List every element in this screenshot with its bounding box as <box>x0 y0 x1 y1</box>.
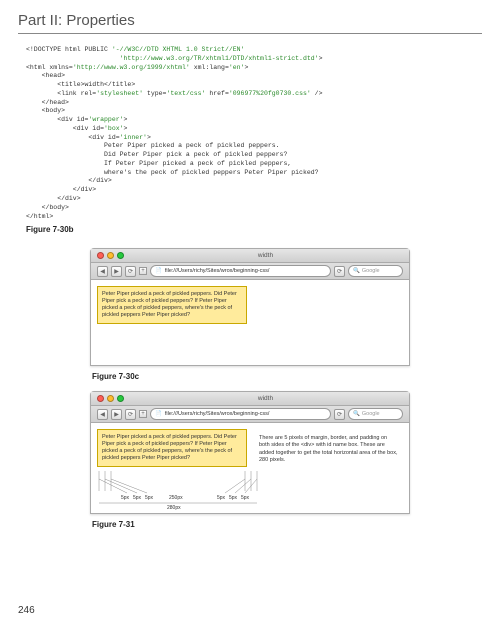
add-tab-button[interactable]: + <box>139 410 147 418</box>
reload-button[interactable]: ⟳ <box>125 266 136 277</box>
reader-button[interactable]: ⟳ <box>334 409 345 420</box>
browser-titlebar: width <box>91 392 409 406</box>
dim-5px-3: 5px <box>145 495 154 501</box>
close-icon[interactable] <box>97 252 104 259</box>
browser-viewport: Peter Piper picked a peck of pickled pep… <box>91 280 409 365</box>
browser-viewport: Peter Piper picked a peck of pickled pep… <box>91 423 409 513</box>
search-placeholder: Google <box>362 268 380 274</box>
browser-titlebar: width <box>91 249 409 263</box>
forward-button[interactable]: ▶ <box>111 409 122 420</box>
url-text: file:///Users/richy/Sites/wrox/beginning… <box>165 268 270 274</box>
content-box: Peter Piper picked a peck of pickled pep… <box>97 286 247 324</box>
forward-button[interactable]: ▶ <box>111 266 122 277</box>
address-bar[interactable]: 📄 file:///Users/richy/Sites/wrox/beginni… <box>150 408 331 420</box>
browser-window-2: width ◀ ▶ ⟳ + 📄 file:///Users/richy/Site… <box>90 391 410 514</box>
dim-5px-1: 5px <box>121 495 130 501</box>
window-title: width <box>128 395 403 402</box>
content-box: Peter Piper picked a peck of pickled pep… <box>97 429 247 467</box>
page-icon: 📄 <box>155 268 162 274</box>
figure-label-30b: Figure 7-30b <box>26 225 482 234</box>
figure-label-30c: Figure 7-30c <box>92 372 482 381</box>
dim-5px-4: 5px <box>217 495 226 501</box>
minimize-icon[interactable] <box>107 252 114 259</box>
search-field[interactable]: 🔍 Google <box>348 265 403 277</box>
window-controls <box>97 395 124 402</box>
reader-button[interactable]: ⟳ <box>334 266 345 277</box>
dim-5px-6: 5px <box>241 495 250 501</box>
code-listing: <!DOCTYPE html PUBLIC '-//W3C//DTD XHTML… <box>26 46 482 221</box>
page-icon: 📄 <box>155 411 162 417</box>
address-bar[interactable]: 📄 file:///Users/richy/Sites/wrox/beginni… <box>150 265 331 277</box>
annotation-text: There are 5 pixels of margin, border, an… <box>259 435 399 464</box>
figure-label-31: Figure 7-31 <box>92 520 482 529</box>
back-button[interactable]: ◀ <box>97 409 108 420</box>
search-icon: 🔍 <box>353 268 360 274</box>
dim-280px: 280px <box>167 505 181 511</box>
add-tab-button[interactable]: + <box>139 267 147 275</box>
search-field[interactable]: 🔍 Google <box>348 408 403 420</box>
minimize-icon[interactable] <box>107 395 114 402</box>
back-button[interactable]: ◀ <box>97 266 108 277</box>
window-controls <box>97 252 124 259</box>
dimension-diagram: 5px 5px 5px 250px 5px 5px 5px 280px <box>97 471 297 511</box>
search-placeholder: Google <box>362 411 380 417</box>
browser-window-1: width ◀ ▶ ⟳ + 📄 file:///Users/richy/Site… <box>90 248 410 366</box>
window-title: width <box>128 252 403 259</box>
search-icon: 🔍 <box>353 411 360 417</box>
close-icon[interactable] <box>97 395 104 402</box>
page-title: Part II: Properties <box>18 12 482 34</box>
dim-5px-2: 5px <box>133 495 142 501</box>
browser-toolbar: ◀ ▶ ⟳ + 📄 file:///Users/richy/Sites/wrox… <box>91 406 409 423</box>
page-number: 246 <box>18 605 35 616</box>
dim-5px-5: 5px <box>229 495 238 501</box>
reload-button[interactable]: ⟳ <box>125 409 136 420</box>
zoom-icon[interactable] <box>117 395 124 402</box>
url-text: file:///Users/richy/Sites/wrox/beginning… <box>165 411 270 417</box>
dim-250px: 250px <box>169 495 183 501</box>
zoom-icon[interactable] <box>117 252 124 259</box>
browser-toolbar: ◀ ▶ ⟳ + 📄 file:///Users/richy/Sites/wrox… <box>91 263 409 280</box>
